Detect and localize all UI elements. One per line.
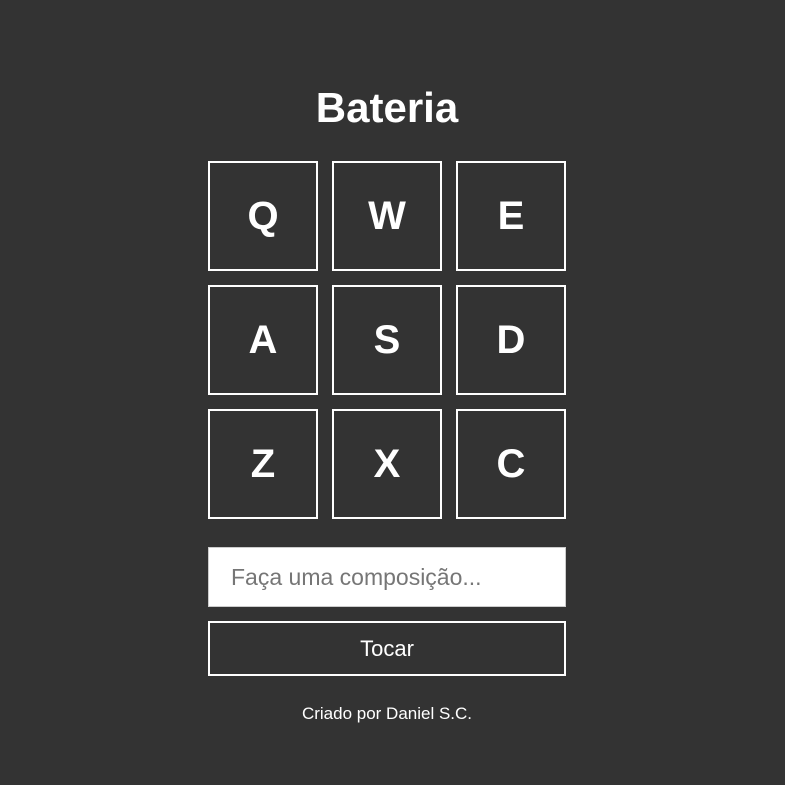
drum-key-q[interactable]: Q xyxy=(208,161,318,271)
drum-key-z[interactable]: Z xyxy=(208,409,318,519)
drum-key-c[interactable]: C xyxy=(456,409,566,519)
drum-key-d[interactable]: D xyxy=(456,285,566,395)
drum-keys-grid: Q W E A S D Z X C xyxy=(208,161,566,519)
drum-key-x[interactable]: X xyxy=(332,409,442,519)
play-button[interactable]: Tocar xyxy=(208,621,566,676)
drum-key-e[interactable]: E xyxy=(456,161,566,271)
composition-input[interactable] xyxy=(208,547,566,607)
footer-credit: Criado por Daniel S.C. xyxy=(301,704,473,723)
drum-key-a[interactable]: A xyxy=(208,285,318,395)
drum-key-w[interactable]: W xyxy=(332,161,442,271)
page-title: Bateria xyxy=(315,84,459,131)
drum-app: Bateria Q W E A S D Z X C Tocar Criado p… xyxy=(208,80,566,724)
drum-key-s[interactable]: S xyxy=(332,285,442,395)
